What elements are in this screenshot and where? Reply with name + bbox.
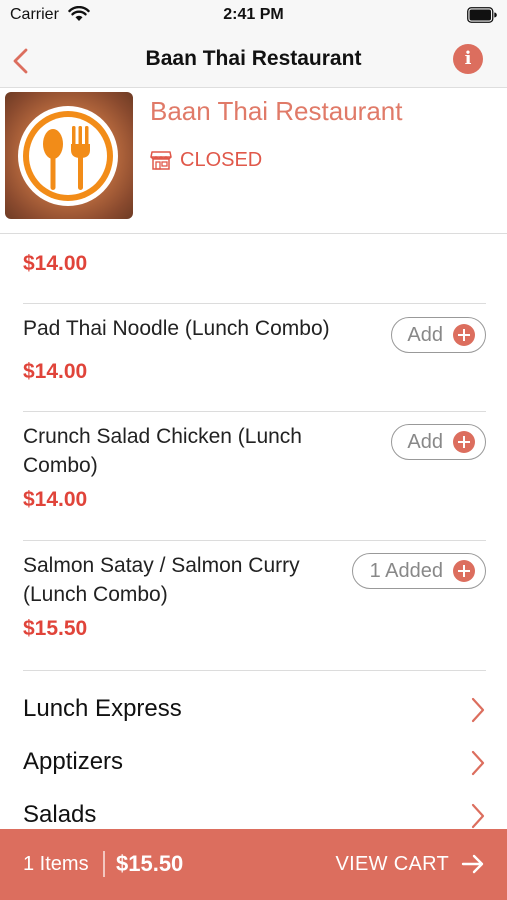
category-label: Apptizers [23, 748, 124, 775]
restaurant-logo [5, 92, 133, 219]
add-to-cart-button[interactable]: Add [391, 424, 486, 460]
add-label: Add [407, 430, 443, 453]
item-price: $14.00 [23, 252, 88, 275]
open-status: CLOSED [150, 148, 262, 172]
cart-total: $15.50 [116, 851, 184, 876]
item-name: Pad Thai Noodle (Lunch Combo) [23, 317, 330, 340]
plus-circle-icon [453, 431, 475, 453]
category-salads[interactable]: Salads [23, 793, 486, 829]
restaurant-name: Baan Thai Restaurant [150, 96, 403, 126]
category-label: Lunch Express [23, 695, 182, 722]
battery-icon [467, 7, 497, 23]
category-label: Salads [23, 801, 97, 828]
chevron-right-icon [471, 803, 485, 829]
item-name: Crunch Salad Chicken (Lunch Combo) [23, 425, 302, 477]
store-icon [150, 151, 172, 170]
navigation-bar: Baan Thai Restaurant i [0, 32, 507, 88]
utensils-icon [18, 106, 118, 206]
menu-item[interactable]: Pad Thai Noodle (Lunch Combo) $14.00 Add [23, 304, 486, 412]
restaurant-header: Baan Thai Restaurant CLOSED [0, 88, 507, 234]
category-apptizers[interactable]: Apptizers [23, 740, 486, 784]
cart-divider [103, 851, 105, 877]
menu-item[interactable]: Salmon Satay / Salmon Curry (Lunch Combo… [23, 541, 486, 671]
cart-item-count: 1 Items [23, 853, 89, 875]
plus-circle-icon [453, 324, 475, 346]
view-cart-label: VIEW CART [335, 852, 449, 875]
category-lunch-express[interactable]: Lunch Express [23, 687, 486, 731]
info-button[interactable]: i [453, 44, 483, 74]
chevron-right-icon [471, 697, 485, 723]
added-label: 1 Added [369, 559, 443, 582]
item-price: $15.50 [23, 617, 88, 640]
status-bar: Carrier 2:41 PM [0, 0, 507, 32]
page-title: Baan Thai Restaurant [145, 47, 362, 70]
add-to-cart-button[interactable]: Add [391, 317, 486, 353]
added-to-cart-button[interactable]: 1 Added [352, 553, 486, 589]
arrow-right-icon [461, 854, 484, 874]
menu-item-partial: $14.00 [23, 234, 486, 304]
clock: 2:41 PM [223, 6, 284, 23]
closed-status-label: CLOSED [180, 148, 263, 171]
plus-circle-icon [453, 560, 475, 582]
menu-item[interactable]: Crunch Salad Chicken (Lunch Combo) $14.0… [23, 412, 486, 541]
item-name: Salmon Satay / Salmon Curry (Lunch Combo… [23, 554, 300, 606]
cart-bar: 1 Items $15.50 VIEW CART [0, 829, 507, 900]
item-price: $14.00 [23, 488, 88, 511]
add-label: Add [407, 323, 443, 346]
info-icon: i [464, 48, 472, 69]
item-price: $14.00 [23, 360, 88, 383]
view-cart-button[interactable]: VIEW CART [336, 847, 485, 881]
chevron-right-icon [471, 750, 485, 776]
menu-list[interactable]: $14.00 Pad Thai Noodle (Lunch Combo) $14… [0, 234, 507, 829]
